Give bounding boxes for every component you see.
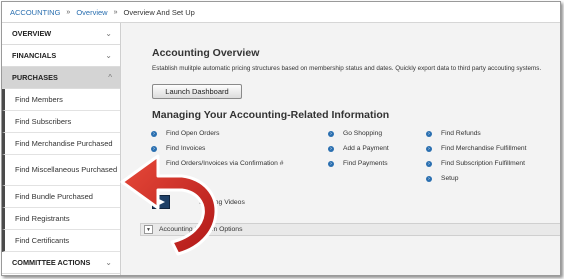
arrow-right-icon: ›	[151, 145, 157, 152]
link-find-invoices[interactable]: › Find Invoices	[151, 145, 205, 152]
link-label: Find Payments	[343, 160, 388, 167]
link-find-payments[interactable]: › Find Payments	[328, 160, 388, 167]
link-label: Find Open Orders	[166, 130, 220, 137]
arrow-right-icon: ›	[151, 130, 157, 137]
breadcrumb-overview-link[interactable]: Overview	[76, 8, 107, 17]
link-label: Find Merchandise Fulfillment	[441, 145, 527, 152]
arrow-right-icon: ›	[328, 160, 334, 167]
arrow-right-icon: ›	[426, 160, 432, 167]
sidebar-section-label: OVERVIEW	[12, 29, 52, 38]
link-label: Add a Payment	[343, 145, 389, 152]
link-find-merchandise-fulfillment[interactable]: › Find Merchandise Fulfillment	[426, 145, 527, 152]
overview-description: Establish mulitple automatic pricing str…	[152, 65, 542, 72]
chevron-down-icon: ⌄	[105, 258, 112, 267]
link-go-shopping[interactable]: › Go Shopping	[328, 130, 382, 137]
caret-down-icon: ▼	[144, 225, 153, 234]
link-setup[interactable]: › Setup	[426, 175, 458, 182]
app-window: ACCOUNTING » Overview » Overview And Set…	[1, 1, 561, 276]
arrow-right-icon: ›	[151, 160, 157, 167]
page-title: Accounting Overview	[152, 47, 260, 59]
sidebar-section-label: FINANCIALS	[12, 51, 57, 60]
chevron-up-icon: ^	[108, 73, 112, 82]
link-find-orders-invoices-confirmation[interactable]: › Find Orders/Invoices via Confirmation …	[151, 160, 283, 167]
arrow-right-icon: ›	[426, 145, 432, 152]
link-find-refunds[interactable]: › Find Refunds	[426, 130, 481, 137]
sidebar-section-committee-actions[interactable]: COMMITTEE ACTIONS ⌄	[2, 252, 120, 274]
breadcrumb-current: Overview And Set Up	[123, 7, 195, 17]
sidebar-item-find-members[interactable]: Find Members	[2, 89, 120, 111]
breadcrumb-separator: »	[66, 8, 71, 16]
arrow-right-icon: ›	[328, 145, 334, 152]
sidebar-item-find-merchandise-purchased[interactable]: Find Merchandise Purchased	[2, 133, 120, 155]
arrow-right-icon: ›	[426, 130, 432, 137]
link-label: Find Invoices	[166, 145, 206, 152]
options-label: Accounting System Options	[159, 226, 243, 233]
chevron-down-icon: ⌄	[105, 29, 112, 38]
link-find-open-orders[interactable]: › Find Open Orders	[151, 130, 220, 137]
breadcrumb-separator: »	[113, 8, 118, 16]
chevron-down-icon: ⌄	[105, 51, 112, 60]
sidebar-section-financials[interactable]: FINANCIALS ⌄	[2, 45, 120, 67]
link-label: Setup	[441, 175, 459, 182]
sidebar-section-label: COMMITTEE ACTIONS	[12, 258, 91, 267]
link-find-subscription-fulfillment[interactable]: › Find Subscription Fulfillment	[426, 160, 525, 167]
sidebar-item-find-certificants[interactable]: Find Certificants	[2, 230, 120, 252]
sidebar-section-purchases[interactable]: PURCHASES ^	[2, 67, 120, 89]
breadcrumb-accounting-link[interactable]: ACCOUNTING	[10, 8, 60, 17]
arrow-right-icon: ›	[328, 130, 334, 137]
sidebar-section-label: PURCHASES	[12, 73, 58, 82]
link-label: Find Refunds	[441, 130, 481, 137]
breadcrumb: ACCOUNTING » Overview » Overview And Set…	[2, 2, 560, 23]
link-add-a-payment[interactable]: › Add a Payment	[328, 145, 389, 152]
accounting-system-options-toggle[interactable]: ▼ Accounting System Options	[140, 223, 560, 236]
sidebar-item-find-subscribers[interactable]: Find Subscribers	[2, 111, 120, 133]
sidebar-section-overview[interactable]: OVERVIEW ⌄	[2, 23, 120, 45]
link-label: Find Orders/Invoices via Confirmation #	[166, 160, 284, 167]
training-videos-link[interactable]: Training Videos	[152, 195, 245, 209]
link-label: Find Subscription Fulfillment	[441, 160, 525, 167]
sidebar-item-find-miscellaneous-purchased[interactable]: Find Miscellaneous Purchased	[2, 155, 120, 186]
main-content: Accounting Overview Establish mulitple a…	[122, 23, 560, 275]
launch-dashboard-button[interactable]: Launch Dashboard	[152, 84, 242, 99]
link-label: Go Shopping	[343, 130, 383, 137]
sidebar: OVERVIEW ⌄ FINANCIALS ⌄ PURCHASES ^ Find…	[2, 23, 121, 275]
video-icon	[152, 195, 170, 209]
sidebar-item-find-bundle-purchased[interactable]: Find Bundle Purchased	[2, 186, 120, 208]
sidebar-item-find-registrants[interactable]: Find Registrants	[2, 208, 120, 230]
training-videos-label: Training Videos	[198, 198, 245, 206]
arrow-right-icon: ›	[426, 175, 432, 182]
section-title: Managing Your Accounting-Related Informa…	[152, 109, 390, 121]
